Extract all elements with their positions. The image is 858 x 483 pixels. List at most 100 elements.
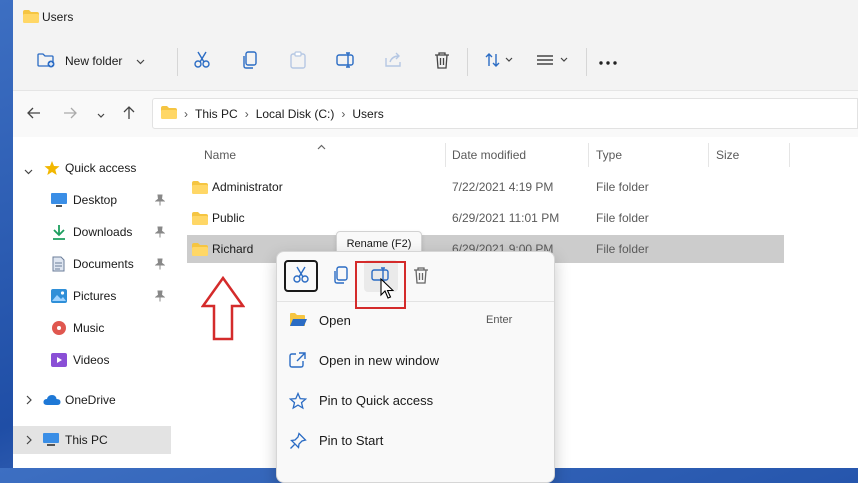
sidebar-item-pictures[interactable]: Pictures (13, 282, 171, 310)
menu-item-label: Pin to Quick access (319, 393, 434, 408)
breadcrumb-separator[interactable]: › (245, 107, 249, 121)
mouse-cursor-icon (380, 277, 395, 303)
view-button[interactable] (533, 48, 573, 74)
sidebar-item-label: Music (73, 321, 105, 335)
menu-item-label: Pin to Start (319, 433, 384, 448)
breadcrumb-separator[interactable]: › (184, 107, 188, 121)
cut-button[interactable] (191, 48, 213, 74)
menu-item-open[interactable]: Open Enter (277, 302, 554, 340)
breadcrumb-users[interactable]: Users (352, 107, 383, 121)
menu-item-pin-to-start[interactable]: Pin to Start (277, 422, 554, 460)
paste-button (287, 48, 309, 74)
column-divider[interactable] (789, 143, 790, 167)
sidebar-item-this-pc[interactable]: This PC (13, 426, 171, 454)
date-modified: 6/29/2021 11:01 PM (452, 211, 560, 225)
file-name: Public (212, 211, 245, 225)
toolbar-separator (467, 48, 468, 76)
title-bar: Users (13, 0, 858, 34)
table-row[interactable]: Public 6/29/2021 11:01 PM File folder (187, 204, 784, 232)
breadcrumb: › This PC › Local Disk (C:) › Users (161, 106, 384, 122)
breadcrumb-this-pc[interactable]: This PC (195, 107, 238, 121)
file-type: File folder (596, 211, 649, 225)
command-bar: New folder (13, 34, 858, 91)
sidebar-item-videos[interactable]: Videos (13, 346, 171, 374)
column-header-name[interactable]: Name (204, 148, 236, 162)
sidebar-item-downloads[interactable]: Downloads (13, 218, 171, 246)
paste-icon (290, 50, 306, 72)
open-new-window-icon (289, 352, 307, 371)
sidebar-item-desktop[interactable]: Desktop (13, 186, 171, 214)
chevron-down-icon (136, 54, 145, 68)
context-delete-button[interactable] (404, 260, 438, 292)
recent-locations-button[interactable] (91, 103, 111, 125)
folder-icon (192, 212, 208, 228)
context-cut-button[interactable] (284, 260, 318, 292)
chevron-down-icon[interactable] (24, 164, 33, 178)
new-folder-label: New folder (65, 54, 123, 68)
new-folder-icon (37, 52, 55, 71)
chevron-right-icon[interactable] (26, 394, 32, 408)
breadcrumb-local-disk[interactable]: Local Disk (C:) (256, 107, 335, 121)
pin-icon[interactable] (154, 226, 166, 241)
annotation-arrow-icon (200, 275, 246, 345)
address-bar[interactable]: › This PC › Local Disk (C:) › Users (152, 98, 858, 129)
file-name: Administrator (212, 180, 283, 194)
cut-icon (193, 51, 211, 72)
sidebar-item-label: Pictures (73, 289, 117, 303)
sidebar-item-label: Quick access (65, 161, 137, 175)
sort-button[interactable] (481, 48, 519, 74)
copy-icon (242, 50, 258, 72)
table-row[interactable]: Administrator 7/22/2021 4:19 PM File fol… (187, 173, 784, 201)
folder-icon (192, 243, 208, 259)
sidebar-item-documents[interactable]: Documents (13, 250, 171, 278)
column-header-date-modified[interactable]: Date modified (452, 148, 526, 162)
folder-icon (161, 106, 177, 122)
sort-icon (485, 52, 515, 71)
breadcrumb-separator[interactable]: › (341, 107, 345, 121)
view-icon (536, 52, 570, 71)
folder-icon (23, 10, 39, 26)
copy-icon (333, 265, 349, 287)
chevron-down-icon (97, 107, 105, 121)
copy-button[interactable] (239, 48, 261, 74)
toolbar-separator (177, 48, 178, 76)
column-header-size[interactable]: Size (716, 148, 739, 162)
column-divider[interactable] (708, 143, 709, 167)
pin-icon[interactable] (154, 290, 166, 305)
folder-icon (192, 181, 208, 197)
column-header-type[interactable]: Type (596, 148, 622, 162)
picture-icon (51, 289, 67, 306)
sidebar-item-label: OneDrive (65, 393, 116, 407)
file-type: File folder (596, 180, 649, 194)
download-icon (52, 224, 66, 243)
more-options-button[interactable] (597, 48, 619, 74)
context-copy-button[interactable] (324, 260, 358, 292)
delete-button[interactable] (431, 48, 453, 74)
navigation-bar: › This PC › Local Disk (C:) › Users (13, 91, 858, 137)
desktop-icon (51, 193, 67, 210)
chevron-right-icon[interactable] (26, 434, 32, 448)
up-button[interactable] (119, 103, 139, 125)
forward-button[interactable] (60, 103, 80, 125)
pin-icon[interactable] (154, 194, 166, 209)
share-icon (385, 52, 403, 71)
sidebar-item-label: Documents (73, 257, 134, 271)
back-button[interactable] (24, 103, 44, 125)
column-divider[interactable] (588, 143, 589, 167)
sidebar-item-music[interactable]: Music (13, 314, 171, 342)
new-folder-button[interactable]: New folder (37, 48, 169, 74)
column-divider[interactable] (445, 143, 446, 167)
sidebar-item-onedrive[interactable]: OneDrive (13, 386, 171, 414)
sidebar-item-label: Desktop (73, 193, 118, 207)
menu-item-label: Open (319, 313, 351, 328)
open-folder-icon (289, 312, 307, 331)
toolbar-separator (586, 48, 587, 76)
menu-item-pin-to-quick-access[interactable]: Pin to Quick access (277, 382, 554, 420)
menu-item-open-in-new-window[interactable]: Open in new window (277, 342, 554, 380)
menu-item-shortcut: Enter (486, 314, 513, 326)
sort-ascending-icon (317, 139, 326, 153)
pin-icon[interactable] (154, 258, 166, 273)
rename-button[interactable] (335, 48, 357, 74)
window-title: Users (42, 10, 74, 24)
sidebar-item-quick-access[interactable]: Quick access (13, 154, 171, 182)
